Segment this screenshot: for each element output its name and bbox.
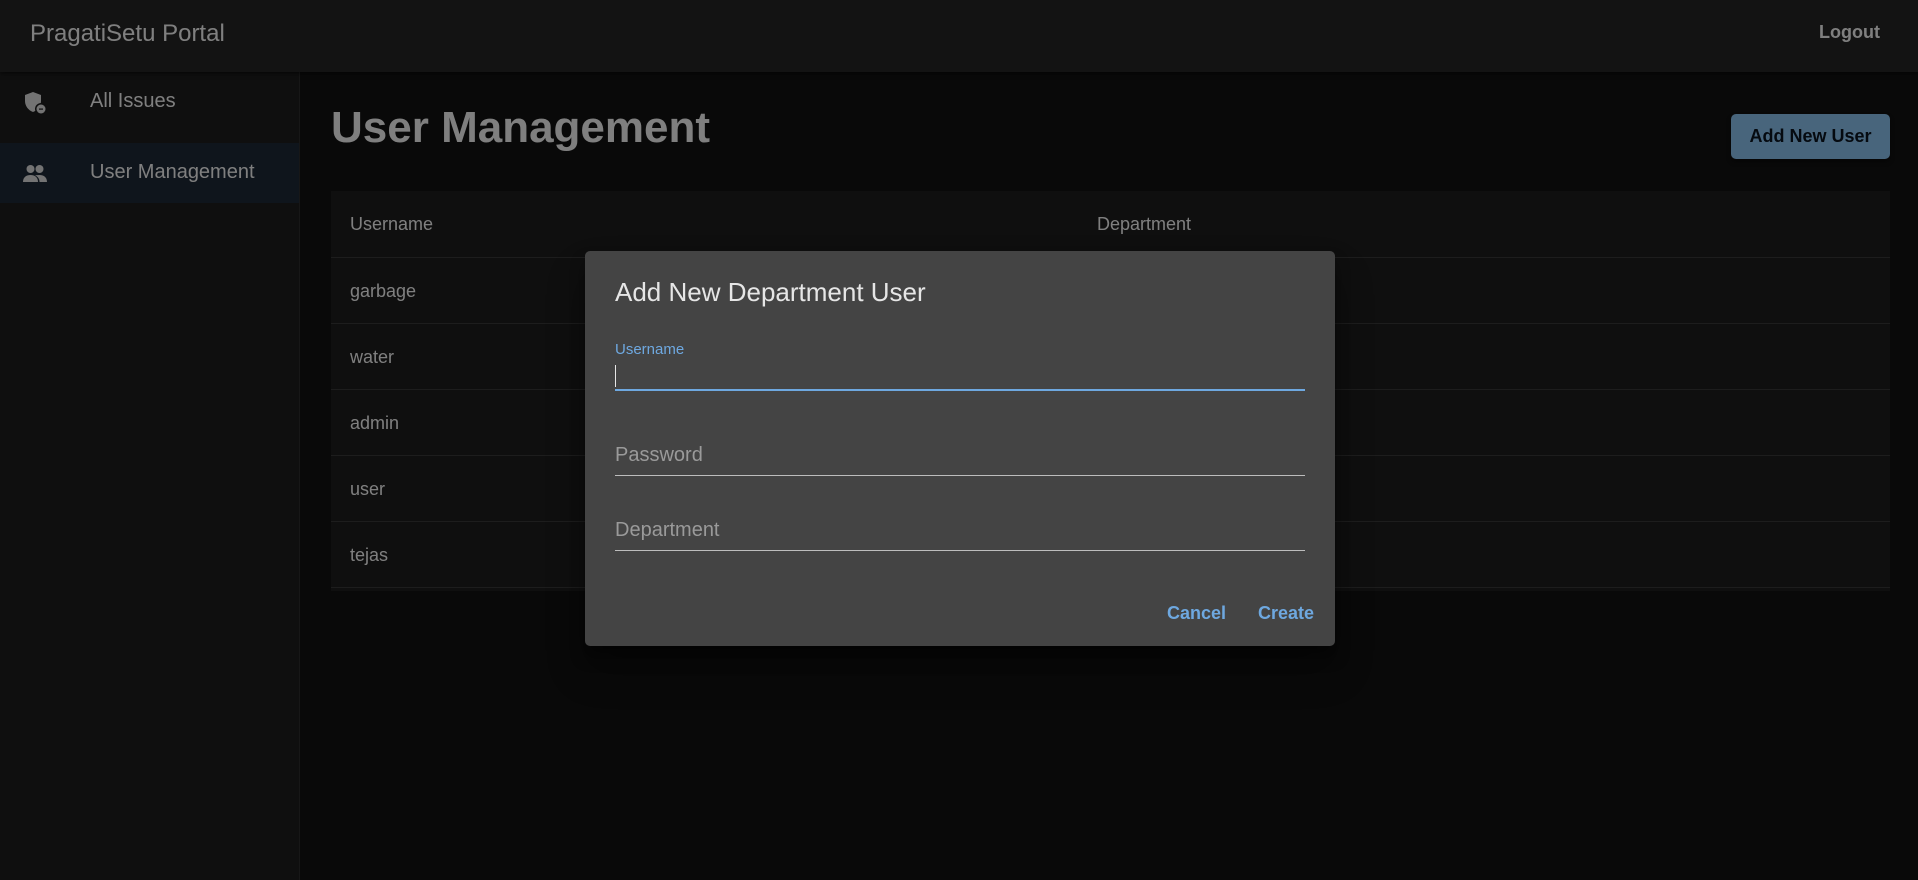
department-underline bbox=[615, 550, 1305, 551]
username-field[interactable]: Username bbox=[615, 341, 1305, 391]
password-underline bbox=[615, 475, 1305, 476]
cancel-button[interactable]: Cancel bbox=[1167, 603, 1226, 624]
create-button[interactable]: Create bbox=[1258, 603, 1314, 624]
username-underline bbox=[615, 389, 1305, 391]
dialog-title: Add New Department User bbox=[615, 277, 926, 307]
department-placeholder: Department bbox=[615, 519, 720, 541]
password-field[interactable]: Password bbox=[615, 426, 1305, 476]
add-user-dialog: Add New Department User Username Passwor… bbox=[585, 251, 1335, 646]
department-field[interactable]: Department bbox=[615, 501, 1305, 551]
text-caret bbox=[615, 365, 616, 387]
password-placeholder: Password bbox=[615, 444, 703, 466]
username-label: Username bbox=[615, 341, 685, 358]
